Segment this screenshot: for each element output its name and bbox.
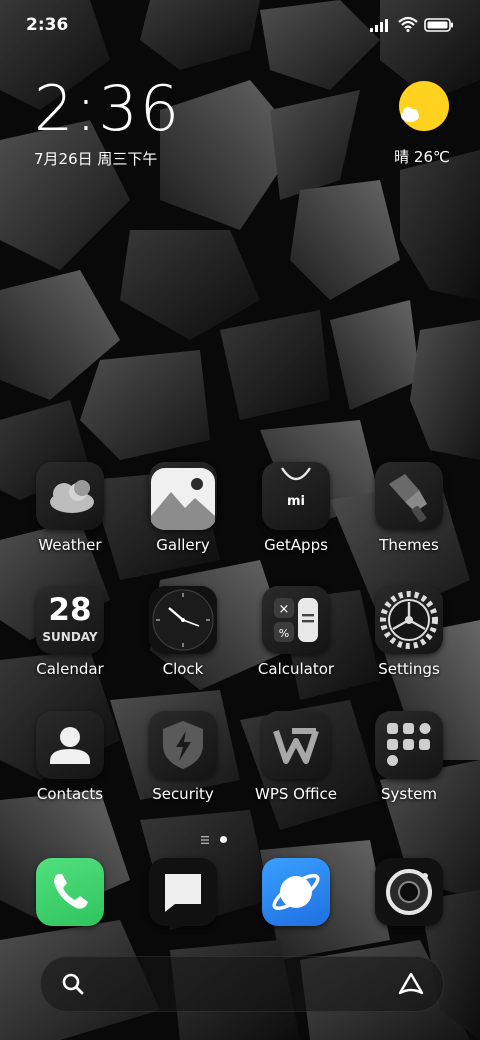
messages-icon xyxy=(149,858,217,926)
wifi-icon xyxy=(398,16,418,36)
weather-text: 晴 26℃ xyxy=(394,148,450,166)
weather-cloud-icon xyxy=(36,462,104,530)
app-wps-office[interactable]: WPS Office xyxy=(241,711,351,803)
clock-widget-date: 7月26日 周三下午 xyxy=(34,150,158,168)
clock-widget[interactable]: 2:36 7月26日 周三下午 xyxy=(34,78,181,169)
wps-office-icon xyxy=(262,711,330,779)
page-indicator-list-icon xyxy=(200,830,210,849)
security-shield-icon xyxy=(149,711,217,779)
weather-widget[interactable]: 晴 26℃ xyxy=(382,80,462,167)
app-calculator[interactable]: × % Calculator xyxy=(241,586,351,678)
app-contacts[interactable]: Contacts xyxy=(15,711,125,803)
system-folder-icon xyxy=(375,711,443,779)
app-label: Weather xyxy=(38,536,102,554)
app-label: Clock xyxy=(162,660,204,678)
calculator-icon: × % xyxy=(262,586,330,654)
app-label: System xyxy=(381,785,437,803)
status-icons xyxy=(370,16,454,36)
svg-text:×: × xyxy=(279,602,290,617)
status-time: 2:36 xyxy=(26,15,69,35)
browser-icon xyxy=(262,858,330,926)
app-label: Gallery xyxy=(156,536,210,554)
app-clock[interactable]: Clock xyxy=(128,586,238,678)
app-system-folder[interactable]: System xyxy=(354,711,464,803)
app-settings[interactable]: Settings xyxy=(354,586,464,678)
dock-camera[interactable] xyxy=(354,858,464,926)
page-indicator[interactable] xyxy=(200,830,227,849)
page-dot-current xyxy=(220,836,227,843)
dock-browser[interactable] xyxy=(241,858,351,926)
app-label: Themes xyxy=(379,536,439,554)
calendar-day-name: SUNDAY xyxy=(42,630,98,644)
dock-phone[interactable] xyxy=(15,858,125,926)
app-label: Settings xyxy=(378,660,440,678)
assistant-icon[interactable] xyxy=(397,971,425,1001)
app-label: Calculator xyxy=(257,660,335,678)
settings-gear-icon xyxy=(375,586,443,654)
app-label: Security xyxy=(152,785,214,803)
app-themes[interactable]: Themes xyxy=(354,462,464,554)
clock-icon xyxy=(149,586,217,654)
getapps-bag-icon: mi xyxy=(262,462,330,530)
app-label: GetApps xyxy=(264,536,328,554)
app-label: Contacts xyxy=(36,785,104,803)
themes-brush-icon xyxy=(375,462,443,530)
sunny-cloud-icon xyxy=(394,81,450,140)
app-gallery[interactable]: Gallery xyxy=(128,462,238,554)
calendar-icon: 28 SUNDAY xyxy=(36,586,104,654)
camera-icon xyxy=(375,858,443,926)
gallery-icon xyxy=(149,462,217,530)
battery-icon xyxy=(424,17,454,36)
app-label: WPS Office xyxy=(255,785,337,803)
signal-icon xyxy=(370,17,392,36)
contacts-person-icon xyxy=(36,711,104,779)
svg-text:mi: mi xyxy=(287,494,305,509)
calendar-day-number: 28 xyxy=(48,592,92,628)
search-bar[interactable] xyxy=(40,956,444,1012)
phone-icon xyxy=(36,858,104,926)
app-label: Calendar xyxy=(36,660,104,678)
search-icon[interactable] xyxy=(61,972,85,1000)
app-security[interactable]: Security xyxy=(128,711,238,803)
clock-widget-time: 2:36 xyxy=(34,72,182,145)
app-weather[interactable]: Weather xyxy=(15,462,125,554)
dock-messages[interactable] xyxy=(128,858,238,926)
status-bar: 2:36 xyxy=(0,0,480,50)
svg-text:%: % xyxy=(279,627,289,640)
app-calendar[interactable]: 28 SUNDAY Calendar xyxy=(15,586,125,678)
app-getapps[interactable]: mi GetApps xyxy=(241,462,351,554)
